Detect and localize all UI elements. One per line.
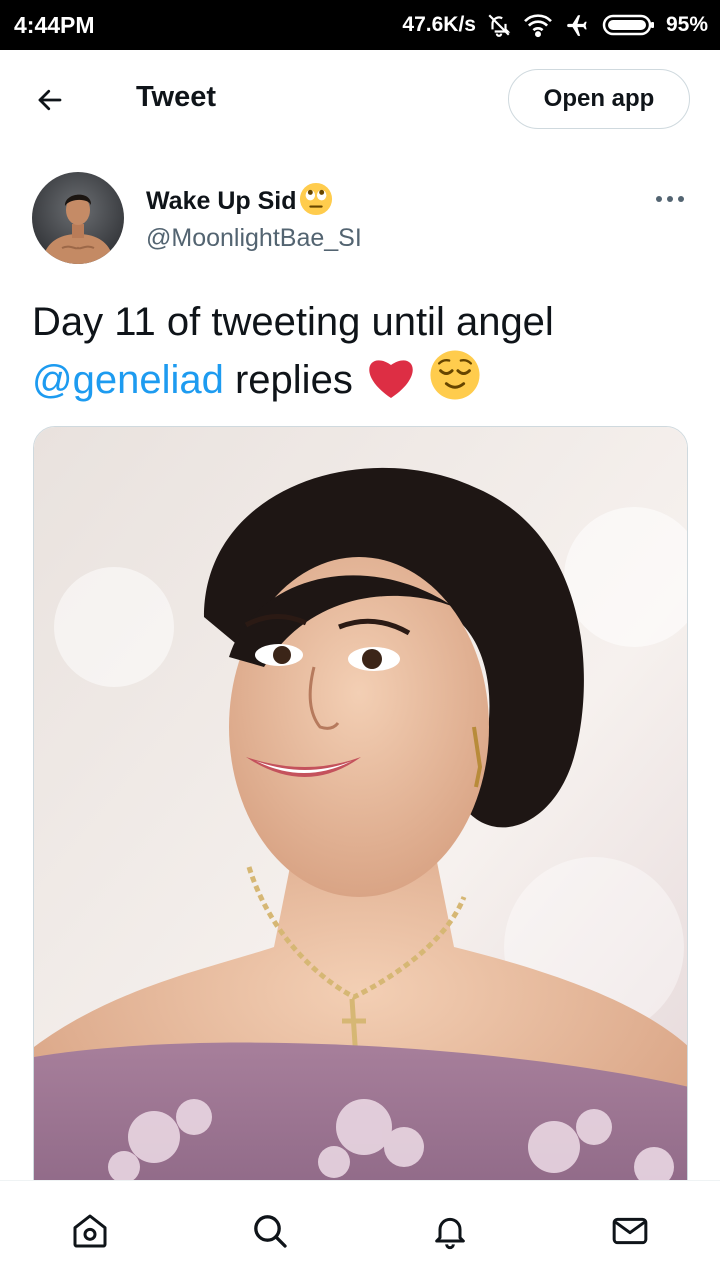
nav-messages[interactable] — [590, 1191, 670, 1271]
status-time: 4:44PM — [14, 11, 95, 38]
search-icon — [254, 1214, 287, 1248]
rolling-eyes-emoji-icon — [299, 182, 333, 221]
notifications-icon — [435, 1217, 465, 1249]
red-heart-emoji-icon — [364, 353, 418, 415]
tweet-text: Day 11 of tweeting until angel @geneliad… — [32, 296, 692, 415]
airplane-mode-icon — [564, 12, 592, 38]
status-bar: 4:44PM 47.6K/s 95% — [0, 0, 720, 50]
display-name[interactable]: Wake Up Sid — [146, 187, 297, 216]
display-name-row: Wake Up Sid — [146, 182, 333, 221]
page-title: Tweet — [136, 81, 217, 113]
messages-icon — [612, 1217, 648, 1244]
nav-home[interactable] — [50, 1191, 130, 1271]
open-app-button[interactable]: Open app — [508, 69, 690, 129]
network-speed: 47.6K/s — [402, 13, 476, 36]
top-bar: Tweet Open app — [0, 50, 720, 148]
battery-icon — [602, 13, 656, 37]
home-icon — [73, 1214, 107, 1247]
bell-off-icon — [486, 12, 512, 38]
wifi-icon — [522, 12, 554, 38]
nav-search[interactable] — [230, 1191, 310, 1271]
bottom-nav — [0, 1180, 720, 1280]
nav-notifications[interactable] — [410, 1191, 490, 1271]
battery-percent: 95% — [665, 13, 708, 36]
user-handle[interactable]: @MoonlightBae_SI — [146, 224, 362, 253]
status-indicators: 47.6K/s 95% — [402, 12, 708, 38]
tweet-media-photo[interactable] — [33, 426, 688, 1206]
avatar[interactable] — [32, 172, 124, 264]
mention-link[interactable]: @geneliad — [32, 358, 224, 402]
relieved-face-emoji-icon — [429, 349, 481, 415]
arrow-left-icon — [38, 89, 62, 111]
tweet-text-body: Day 11 of tweeting until angel — [32, 300, 554, 344]
more-button[interactable] — [650, 184, 690, 214]
more-horizontal-icon — [656, 196, 684, 202]
back-button[interactable] — [30, 80, 70, 120]
tweet-text-end: replies — [234, 358, 353, 402]
